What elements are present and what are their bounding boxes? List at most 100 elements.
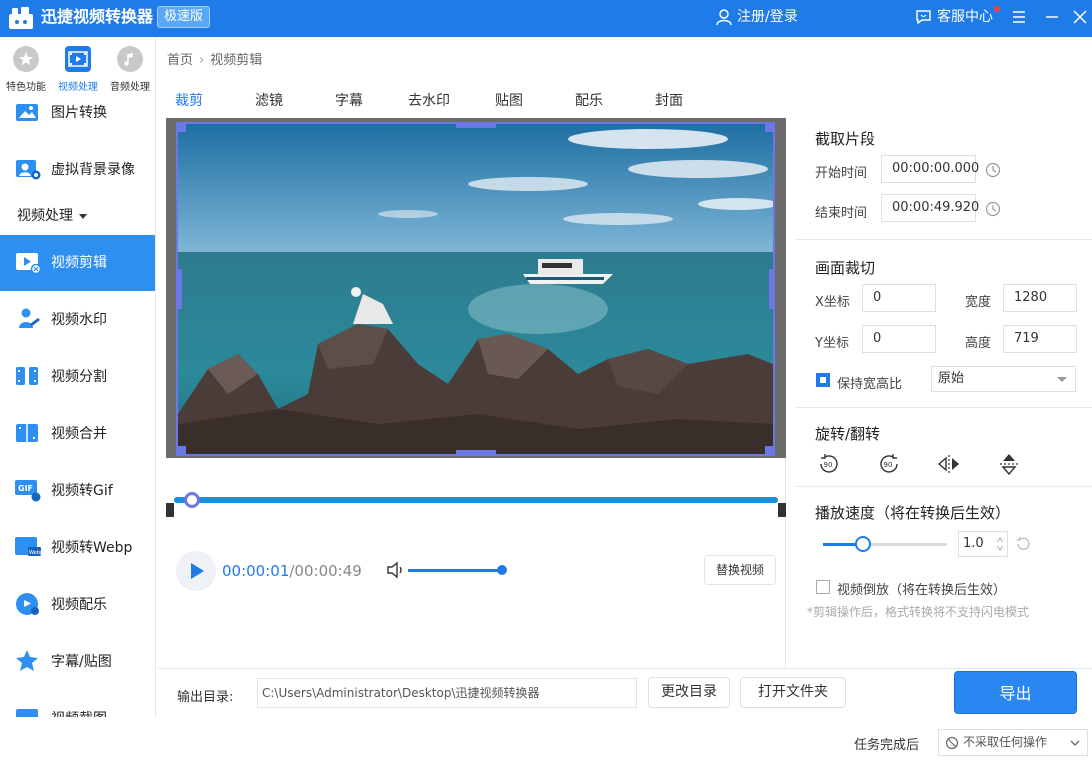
sidebar-item-gif[interactable]: GIF 视频转Gif [0, 463, 155, 519]
rotate-cw-label: 90 [884, 461, 893, 469]
sidebar-item-label: 字幕/贴图 [51, 654, 112, 670]
sidebar-item-music[interactable]: 视频配乐 [0, 577, 155, 633]
spinner-arrows-icon[interactable] [995, 535, 1005, 553]
timeline-track[interactable] [174, 497, 778, 503]
sidebar-item-webp[interactable]: Webp 视频转Webp [0, 520, 155, 576]
after-task-value: 不采取任何操作 [963, 735, 1048, 749]
reset-end-time-icon[interactable] [984, 200, 1002, 218]
timeline-start-marker[interactable] [166, 503, 174, 517]
open-folder-button[interactable]: 打开文件夹 [740, 677, 846, 708]
tab-music[interactable]: 配乐 [575, 90, 603, 110]
timeline-playhead[interactable] [184, 492, 200, 508]
tab-crop[interactable]: 裁剪 [175, 90, 203, 110]
breadcrumb-separator: › [199, 53, 205, 68]
close-icon[interactable] [1069, 6, 1091, 28]
tab-subtitle[interactable]: 字幕 [335, 90, 363, 110]
x-coordinate-input[interactable]: 0 [862, 284, 936, 312]
y-coordinate-label: Y坐标 [815, 336, 849, 351]
app-title: 迅捷视频转换器 [41, 7, 154, 26]
crop-handle-top-left[interactable] [178, 124, 186, 132]
reset-start-time-icon[interactable] [984, 161, 1002, 179]
login-button[interactable]: 注册/登录 [716, 8, 798, 28]
reset-speed-icon[interactable] [1014, 535, 1032, 553]
title-bar: 迅捷视频转换器 极速版 注册/登录 客服中心 [0, 0, 1092, 37]
service-label: 客服中心 [937, 9, 993, 25]
crop-handle-top[interactable] [456, 124, 496, 128]
divider [796, 407, 1092, 408]
flip-horizontal-icon[interactable] [936, 451, 962, 477]
tab-sticker[interactable]: 贴图 [495, 90, 523, 110]
volume-slider-thumb[interactable] [497, 565, 507, 575]
sidebar-item-split[interactable]: 视频分割 [0, 349, 155, 405]
y-coordinate-input[interactable]: 0 [862, 325, 936, 353]
chevron-down-icon [1070, 740, 1080, 746]
height-input[interactable]: 719 [1003, 325, 1077, 353]
tool-tabs: 裁剪 滤镜 字幕 去水印 贴图 配乐 封面 [166, 82, 786, 116]
change-dir-button[interactable]: 更改目录 [648, 677, 730, 708]
crop-handle-right[interactable] [769, 269, 773, 309]
after-task-select[interactable]: 不采取任何操作 [938, 729, 1088, 756]
sidebar-item-watermark[interactable]: 视频水印 [0, 292, 155, 348]
x-coordinate-label: X坐标 [815, 295, 850, 310]
sidebar-item-label: 视频转Gif [51, 483, 113, 499]
sidebar-item-merge[interactable]: 视频合并 [0, 406, 155, 462]
video-frame-image [178, 124, 773, 454]
sidebar-item-screenshot[interactable]: 视频截图 [0, 691, 155, 717]
svg-text:GIF: GIF [18, 484, 33, 493]
start-time-input[interactable]: 00:00:00.000 [881, 155, 979, 183]
replace-video-button[interactable]: 替换视频 [704, 555, 776, 585]
crop-handle-bottom-left[interactable] [178, 446, 186, 454]
play-button[interactable] [176, 551, 216, 591]
sidebar-item-label: 虚拟背景录像 [51, 162, 135, 178]
tab-remove-watermark[interactable]: 去水印 [408, 90, 450, 110]
tab-filter[interactable]: 滤镜 [255, 90, 283, 110]
rotate-cw-icon[interactable]: 90 [876, 451, 902, 477]
star-icon [13, 46, 39, 72]
sidebar-item-video-edit[interactable]: 视频剪辑 [0, 235, 155, 291]
watermark-icon [19, 308, 40, 328]
speed-input[interactable]: 1.0 [958, 531, 1008, 557]
sidebar-item-sticker[interactable]: 字幕/贴图 [0, 634, 155, 690]
user-icon [716, 9, 732, 26]
sidebar-item-label: 视频截图 [51, 691, 107, 717]
width-input[interactable]: 1280 [1003, 284, 1077, 312]
breadcrumb-home[interactable]: 首页 [167, 53, 193, 68]
volume-icon[interactable] [386, 561, 406, 579]
music-note-icon [16, 593, 39, 615]
sidebar-item-label: 视频分割 [51, 369, 107, 385]
category-tab-video[interactable]: 视频处理 [52, 46, 104, 93]
sidebar: 特色功能 视频处理 音频处理 图片转换 虚拟背景录像 视频处理 视频剪辑 视频水… [0, 37, 156, 717]
output-path-field[interactable]: C:\Users\Administrator\Desktop\迅捷视频转换器 [257, 678, 637, 708]
video-preview[interactable] [176, 122, 775, 456]
crop-handle-top-right[interactable] [765, 124, 773, 132]
tab-cover[interactable]: 封面 [655, 90, 683, 110]
export-button[interactable]: 导出 [954, 671, 1077, 714]
chevron-down-icon [1057, 377, 1067, 382]
width-label: 宽度 [965, 295, 992, 310]
flip-vertical-icon[interactable] [996, 451, 1022, 477]
crop-handle-left[interactable] [178, 269, 182, 309]
sidebar-item-virtual-bg[interactable]: 虚拟背景录像 [0, 142, 155, 198]
keep-ratio-checkbox[interactable] [816, 373, 830, 387]
menu-icon[interactable] [1008, 6, 1030, 28]
volume-slider[interactable] [408, 569, 503, 572]
speed-slider-thumb[interactable] [855, 536, 871, 552]
sidebar-item-label: 视频水印 [51, 312, 107, 328]
ratio-select[interactable]: 原始 [931, 366, 1076, 392]
end-time-input[interactable]: 00:00:49.920 [881, 194, 979, 222]
customer-service-button[interactable]: 客服中心 [915, 6, 1000, 28]
sidebar-item-label: 视频配乐 [51, 597, 107, 613]
crop-handle-bottom-right[interactable] [765, 446, 773, 454]
sidebar-group-video[interactable]: 视频处理 [17, 205, 87, 225]
timeline-end-marker[interactable] [778, 503, 786, 517]
minimize-icon[interactable] [1041, 6, 1063, 28]
reverse-checkbox[interactable] [816, 580, 830, 594]
category-tab-features[interactable]: 特色功能 [0, 46, 52, 93]
login-label: 注册/登录 [737, 9, 798, 25]
category-tab-audio[interactable]: 音频处理 [104, 46, 155, 93]
total-time: /00:00:49 [289, 562, 362, 580]
rotate-ccw-icon[interactable]: 90 [816, 451, 842, 477]
crop-handle-bottom[interactable] [456, 450, 496, 454]
edit-hint: *剪辑操作后，格式转换将不支持闪电模式 [807, 605, 1030, 619]
svg-text:Webp: Webp [29, 550, 42, 556]
